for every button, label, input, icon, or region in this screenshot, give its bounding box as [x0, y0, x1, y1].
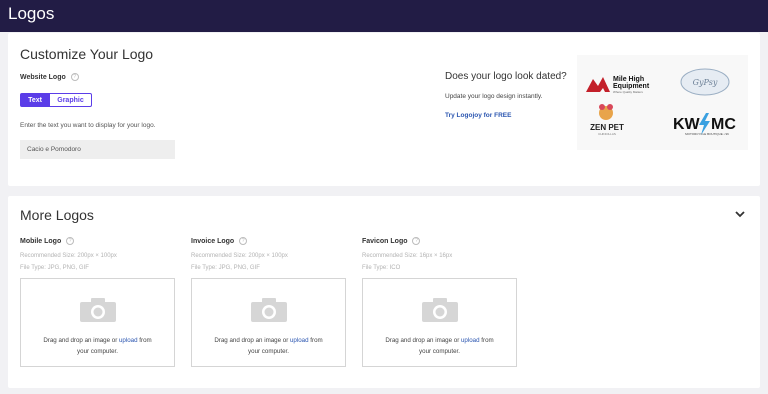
- svg-text:MC: MC: [711, 116, 736, 133]
- favicon-logo-size: Recommended Size: 16px × 16px: [362, 253, 453, 259]
- kwmc-logo: KW MC MOTORCYCLE BOUTIQUE • 96: [673, 113, 736, 136]
- svg-text:MOTORCYCLE BOUTIQUE • 96: MOTORCYCLE BOUTIQUE • 96: [685, 132, 729, 136]
- favicon-logo-label: Favicon Logo ?: [362, 237, 421, 245]
- svg-text:GyPsy: GyPsy: [693, 78, 718, 87]
- help-icon[interactable]: ?: [239, 237, 248, 245]
- zen-pet-logo: ZEN PET CHINCILLAS: [590, 104, 624, 136]
- help-icon[interactable]: ?: [66, 237, 75, 245]
- mobile-logo-filetype: File Type: JPG, PNG, GIF: [20, 265, 89, 271]
- upload-link[interactable]: upload: [119, 337, 138, 344]
- website-logo-label: Website Logo ?: [20, 73, 79, 81]
- website-logo-label-text: Website Logo: [20, 73, 66, 81]
- help-icon[interactable]: ?: [412, 237, 421, 245]
- page-title: Logos: [8, 4, 55, 23]
- try-logojoy-link[interactable]: Try Logojoy for FREE: [445, 112, 511, 119]
- gypsy-logo: GyPsy: [680, 68, 730, 96]
- camera-icon: [80, 298, 116, 322]
- invoice-logo-label: Invoice Logo ?: [191, 237, 248, 245]
- page-header: Logos: [0, 0, 768, 32]
- camera-icon: [251, 298, 287, 322]
- logo-type-toggle: Text Graphic: [20, 93, 92, 107]
- mobile-logo-label: Mobile Logo ?: [20, 237, 75, 245]
- favicon-logo-dropzone[interactable]: Drag and drop an image or upload from yo…: [362, 278, 517, 367]
- favicon-logo-label-text: Favicon Logo: [362, 237, 408, 245]
- more-logos-title: More Logos: [20, 207, 94, 223]
- more-logos-card: More Logos Mobile Logo ? Recommended Siz…: [8, 196, 760, 388]
- svg-text:ZEN PET: ZEN PET: [590, 123, 624, 132]
- upload-link[interactable]: upload: [461, 337, 480, 344]
- mile-high-logo: Mile High Equipment Where Quality Matter…: [586, 76, 650, 94]
- toggle-graphic-button[interactable]: Graphic: [50, 93, 92, 107]
- dropzone-text: Drag and drop an image or upload from yo…: [43, 337, 152, 355]
- dropzone-text: Drag and drop an image or upload from yo…: [214, 337, 323, 355]
- mobile-logo-size: Recommended Size: 200px × 100px: [20, 253, 117, 259]
- svg-text:CHINCILLAS: CHINCILLAS: [598, 132, 616, 136]
- svg-text:Where Quality Matters: Where Quality Matters: [613, 90, 643, 94]
- chevron-down-icon[interactable]: [733, 209, 747, 219]
- invoice-logo-size: Recommended Size: 200px × 100px: [191, 253, 288, 259]
- svg-text:KW: KW: [673, 116, 701, 133]
- customize-title: Customize Your Logo: [20, 46, 154, 62]
- invoice-logo-dropzone[interactable]: Drag and drop an image or upload from yo…: [191, 278, 346, 367]
- mobile-logo-dropzone[interactable]: Drag and drop an image or upload from yo…: [20, 278, 175, 367]
- customize-logo-card: Customize Your Logo Website Logo ? Text …: [8, 33, 760, 186]
- invoice-logo-filetype: File Type: JPG, PNG, GIF: [191, 265, 260, 271]
- sample-logos-image: Mile High Equipment Where Quality Matter…: [577, 55, 748, 150]
- toggle-text-button[interactable]: Text: [20, 93, 50, 107]
- promo-title: Does your logo look dated?: [445, 71, 567, 82]
- camera-icon: [422, 298, 458, 322]
- upload-link[interactable]: upload: [290, 337, 309, 344]
- sample-logos-art: Mile High Equipment Where Quality Matter…: [586, 68, 736, 136]
- mobile-logo-label-text: Mobile Logo: [20, 237, 62, 245]
- promo-subtitle: Update your logo design instantly.: [445, 93, 543, 100]
- dropzone-text: Drag and drop an image or upload from yo…: [385, 337, 494, 355]
- invoice-logo-label-text: Invoice Logo: [191, 237, 235, 245]
- svg-text:Mile High: Mile High: [613, 76, 644, 83]
- help-icon[interactable]: ?: [70, 73, 79, 81]
- logo-text-instruction: Enter the text you want to display for y…: [20, 122, 156, 129]
- svg-text:Equipment: Equipment: [613, 83, 650, 90]
- logo-text-input[interactable]: [20, 140, 175, 159]
- favicon-logo-filetype: File Type: ICO: [362, 265, 401, 271]
